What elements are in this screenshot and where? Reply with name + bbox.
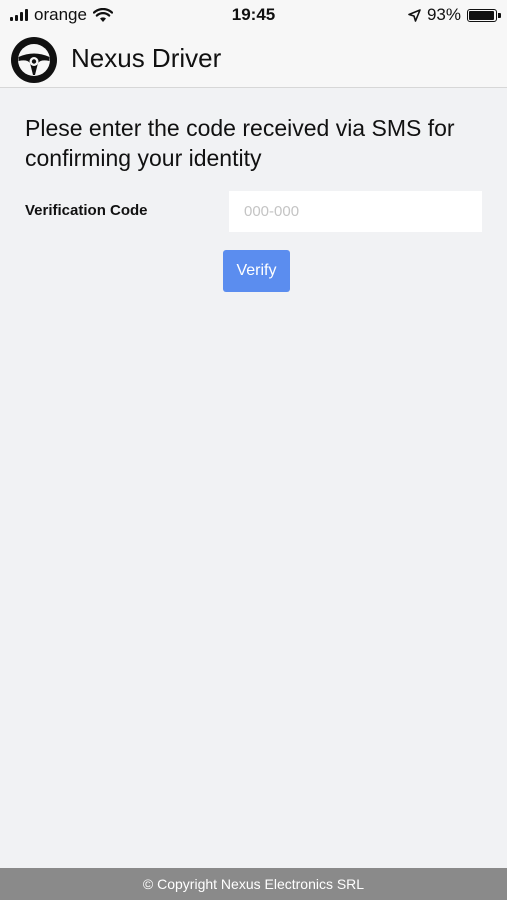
verification-code-input[interactable]	[229, 191, 482, 232]
footer: © Copyright Nexus Electronics SRL	[0, 868, 507, 900]
instruction-text: Plese enter the code received via SMS fo…	[25, 115, 455, 171]
battery-percent: 93%	[426, 5, 461, 24]
verification-code-label: Verification Code	[25, 202, 148, 219]
location-arrow-icon	[408, 8, 421, 22]
status-bar: orange 19:45 93%	[0, 0, 507, 31]
steering-wheel-icon	[11, 37, 57, 83]
copyright-text: © Copyright Nexus Electronics SRL	[142, 876, 365, 892]
app-title: Nexus Driver	[71, 43, 222, 73]
app-header: Nexus Driver	[0, 31, 507, 88]
status-right: 93%	[408, 5, 501, 25]
verify-button[interactable]: Verify	[223, 250, 290, 292]
battery-icon	[467, 8, 501, 22]
